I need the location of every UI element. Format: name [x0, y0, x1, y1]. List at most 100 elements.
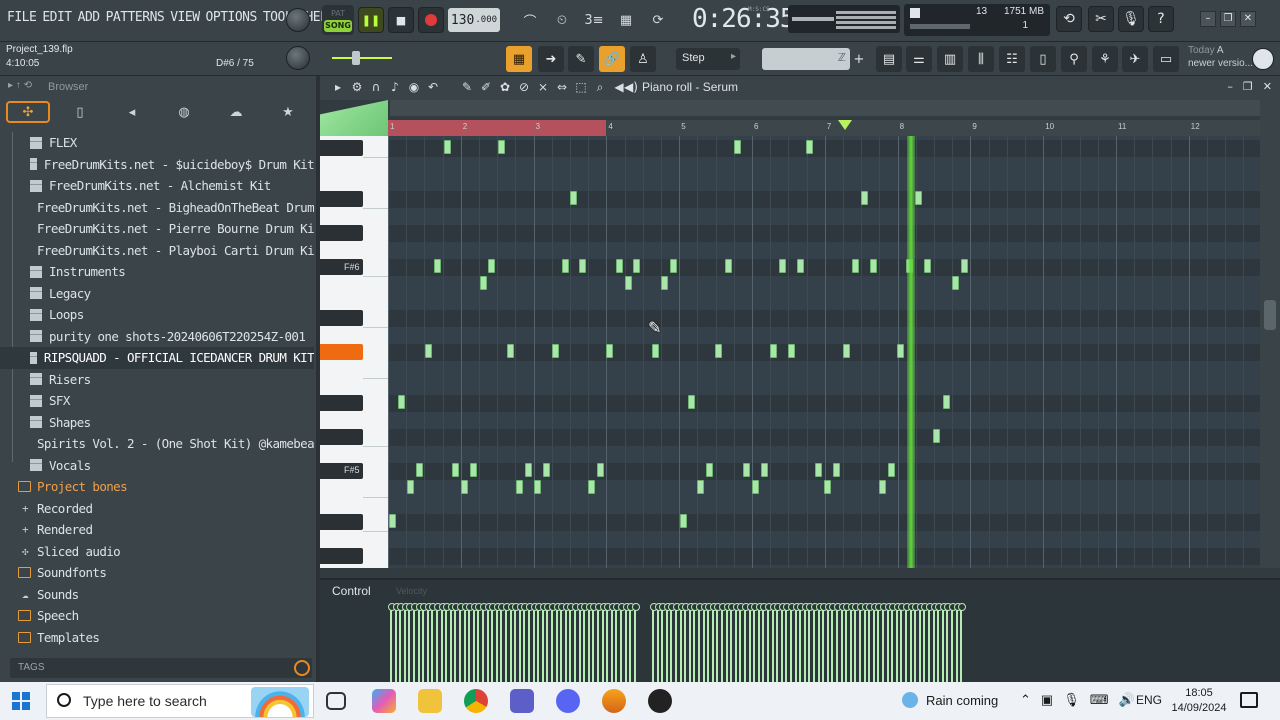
velocity-bar[interactable] — [631, 603, 640, 682]
velocity-bar[interactable] — [788, 603, 796, 682]
browser-item[interactable]: FreeDrumKits.net - $uicideboy$ Drum Kit — [0, 154, 314, 176]
pattern-overview[interactable] — [390, 100, 1260, 116]
note-icon[interactable]: ♪ — [387, 80, 403, 95]
note[interactable] — [625, 276, 632, 290]
velocity-bar[interactable] — [530, 603, 539, 682]
scroll-thumb[interactable] — [1264, 300, 1276, 330]
velocity-bar[interactable] — [783, 603, 792, 682]
velocity-bar[interactable] — [824, 603, 833, 682]
undo-history-icon[interactable]: ⟲ — [1056, 6, 1082, 32]
system-clock[interactable]: 18:05 14/09/2024 — [1170, 686, 1228, 716]
velocity-bar[interactable] — [926, 603, 934, 682]
note[interactable] — [407, 480, 414, 494]
velocity-bar[interactable] — [829, 603, 838, 682]
note[interactable] — [507, 344, 514, 358]
tempo-display[interactable]: 130.000 — [448, 8, 500, 32]
step-icon[interactable]: ◉ — [406, 80, 422, 95]
note[interactable] — [761, 463, 768, 477]
note[interactable] — [924, 259, 931, 273]
velocity-bar[interactable] — [742, 603, 750, 682]
browser-item[interactable]: Risers — [0, 369, 314, 391]
magnet-icon[interactable]: ∩ — [368, 80, 384, 95]
velocity-bar[interactable] — [521, 603, 530, 682]
current-project-tab-icon[interactable]: ▯ — [54, 101, 106, 123]
pr-maximize-button[interactable]: ❐ — [1243, 80, 1253, 93]
note[interactable] — [888, 463, 895, 477]
velocity-bar[interactable] — [847, 603, 856, 682]
note[interactable] — [833, 463, 840, 477]
velocity-bar[interactable] — [907, 603, 916, 682]
snap-select[interactable]: Step — [676, 48, 740, 70]
plugin-icon[interactable]: ⚲ — [1061, 46, 1087, 72]
velocity-bar[interactable] — [654, 603, 663, 682]
browser-item[interactable]: Spirits Vol. 2 - (One Shot Kit) @kamebea… — [0, 433, 314, 455]
browser-item[interactable]: + Rendered — [0, 519, 314, 541]
velocity-bar[interactable] — [866, 603, 875, 682]
loop-record-icon[interactable]: ⟳ — [644, 8, 672, 32]
velocity-bar[interactable] — [503, 603, 511, 682]
black-key[interactable] — [320, 429, 363, 445]
tray-app-icon[interactable]: ▣ — [1041, 692, 1053, 708]
black-key[interactable] — [320, 140, 363, 156]
velocity-bar[interactable] — [953, 603, 962, 682]
microphone-icon[interactable]: 🎙 — [1118, 6, 1144, 32]
velocity-bar[interactable] — [852, 603, 861, 682]
velocity-bar[interactable] — [815, 603, 824, 682]
chrome-icon[interactable] — [464, 689, 488, 713]
piano-keyboard[interactable]: F#6 F#5 — [320, 136, 388, 568]
channel-rack-icon[interactable]: ⚌ — [906, 46, 932, 72]
oscilloscope-monitor[interactable] — [788, 5, 900, 33]
velocity-bar[interactable] — [447, 603, 456, 682]
note[interactable] — [661, 276, 668, 290]
link-icon[interactable]: 🔗 — [599, 46, 625, 72]
note[interactable] — [416, 463, 423, 477]
hint-field[interactable]: ℤ — [762, 48, 850, 70]
minimize-button[interactable]: – — [1200, 11, 1216, 27]
velocity-bar[interactable] — [558, 603, 567, 682]
velocity-bar[interactable] — [834, 603, 842, 682]
note[interactable] — [943, 395, 950, 409]
velocity-bar[interactable] — [470, 603, 479, 682]
browser-item[interactable]: FreeDrumKits.net - Playboi Carti Drum Ki… — [0, 240, 314, 262]
note[interactable] — [734, 140, 741, 154]
note[interactable] — [697, 480, 704, 494]
teams-icon[interactable] — [510, 689, 534, 713]
note[interactable] — [779, 259, 786, 273]
velocity-bar[interactable] — [493, 603, 502, 682]
velocity-bar[interactable] — [613, 603, 622, 682]
note[interactable] — [470, 463, 477, 477]
velocity-bar[interactable] — [719, 603, 727, 682]
black-key[interactable] — [320, 548, 363, 564]
piano-roll-view-icon[interactable]: ▥ — [937, 46, 963, 72]
paint-icon[interactable]: ✐ — [478, 80, 494, 95]
browser-item[interactable]: Legacy — [0, 283, 314, 305]
velocity-bar[interactable] — [723, 603, 732, 682]
velocity-bar[interactable] — [562, 603, 571, 682]
velocity-bar[interactable] — [498, 603, 507, 682]
velocity-bar[interactable] — [489, 603, 498, 682]
zoom-icon[interactable]: ⌕ — [592, 80, 608, 95]
velocity-bar[interactable] — [682, 603, 691, 682]
browser-item[interactable]: Vocals — [0, 455, 314, 477]
note[interactable] — [806, 140, 813, 154]
notifications-icon[interactable] — [1240, 692, 1258, 708]
velocity-bar[interactable] — [705, 603, 714, 682]
velocity-bar[interactable] — [544, 603, 553, 682]
slider-handle[interactable] — [352, 51, 360, 65]
velocity-bar[interactable] — [595, 603, 603, 682]
wait-for-input-icon[interactable]: ⏲ — [548, 8, 576, 32]
fl-studio-icon[interactable] — [602, 689, 626, 713]
velocity-bar[interactable] — [516, 603, 525, 682]
note[interactable] — [788, 344, 795, 358]
windows-start-icon[interactable] — [12, 692, 30, 710]
record-button[interactable] — [418, 7, 444, 33]
velocity-bar[interactable] — [461, 603, 470, 682]
note[interactable] — [797, 259, 804, 273]
browser-item[interactable]: FreeDrumKits.net - BigheadOnTheBeat Drum… — [0, 197, 314, 219]
velocity-bar[interactable] — [576, 603, 585, 682]
velocity-bar[interactable] — [539, 603, 548, 682]
countdown-icon[interactable]: 3≡ — [580, 8, 608, 32]
tray-expand-icon[interactable]: ⌃ — [1020, 692, 1031, 708]
note[interactable] — [570, 191, 577, 205]
note[interactable] — [444, 140, 451, 154]
